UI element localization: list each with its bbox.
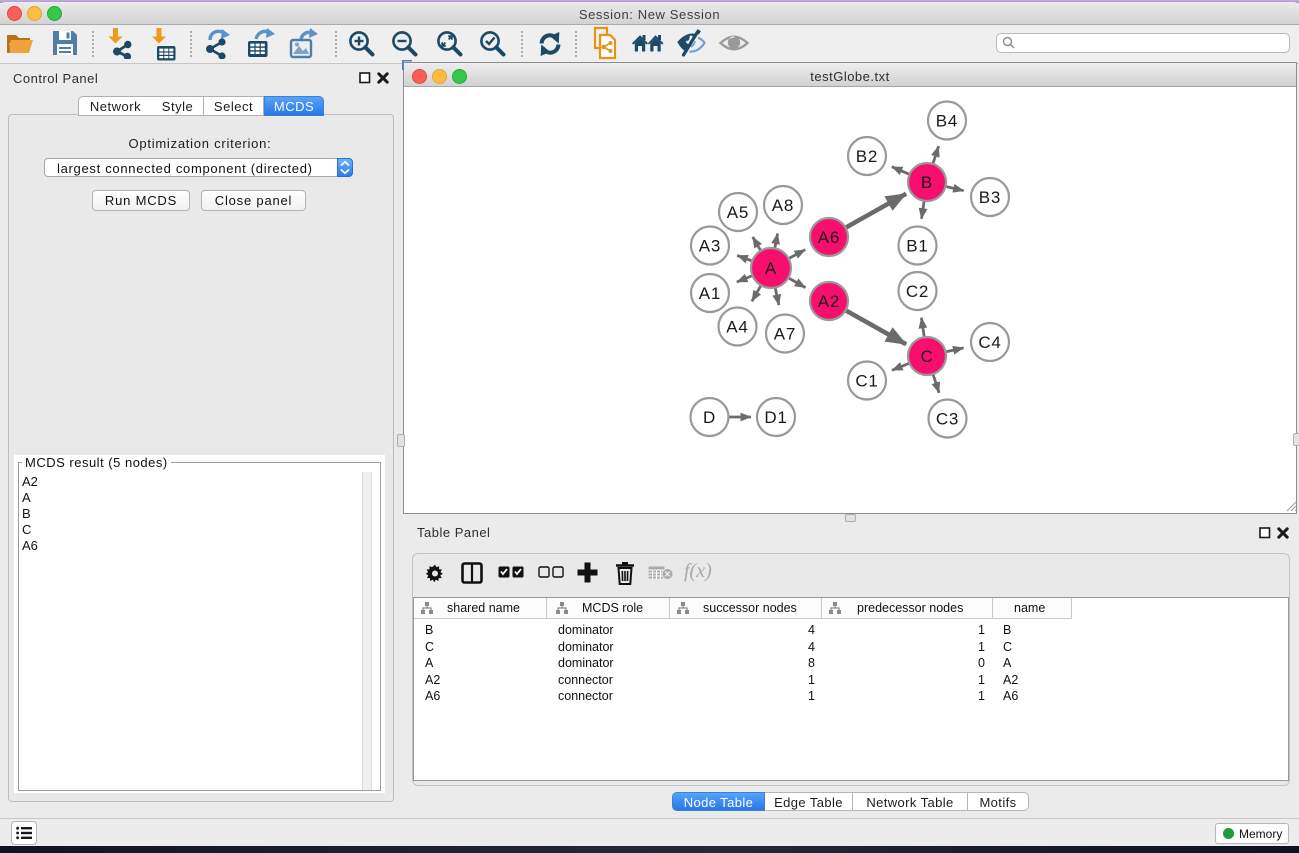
svg-text:C4: C4 [978,333,1001,352]
svg-text:B4: B4 [936,112,958,131]
svg-text:C3: C3 [936,410,959,429]
svg-text:D: D [703,408,716,427]
svg-text:A4: A4 [726,318,748,337]
svg-text:A: A [765,259,777,278]
svg-text:B: B [921,173,933,192]
svg-text:A6: A6 [818,228,840,247]
svg-text:A3: A3 [699,237,721,256]
svg-text:A2: A2 [818,292,840,311]
svg-text:A1: A1 [699,284,721,303]
svg-text:C: C [920,347,933,366]
svg-text:C1: C1 [855,372,878,391]
svg-text:A5: A5 [727,203,749,222]
svg-text:B2: B2 [856,147,878,166]
svg-text:B1: B1 [906,237,928,256]
svg-text:A8: A8 [772,196,794,215]
svg-text:D1: D1 [764,408,787,427]
svg-text:C2: C2 [906,282,929,301]
svg-text:A7: A7 [774,325,796,344]
svg-text:B3: B3 [979,188,1001,207]
